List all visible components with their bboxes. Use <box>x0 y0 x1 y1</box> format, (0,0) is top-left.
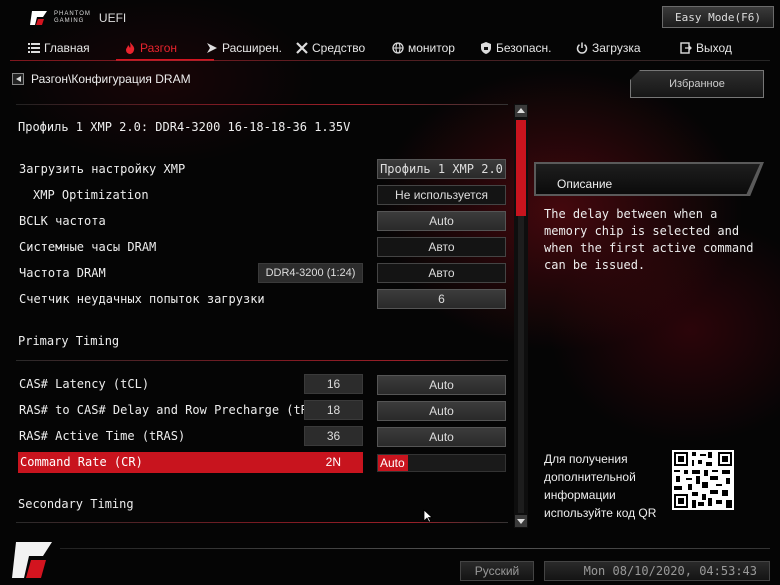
menu-label-boot: Загрузка <box>592 41 641 55</box>
logo-line2: GAMING <box>54 18 85 24</box>
setting-value-dram-ref-clock[interactable]: Авто <box>377 237 506 257</box>
timing-current-command-rate: 2N <box>325 455 341 469</box>
command-rate-value-text: Auto <box>380 456 405 470</box>
timing-label-command-rate: Command Rate (CR) <box>20 455 143 469</box>
setting-value-xmp-optimization[interactable]: Не используется <box>377 185 506 205</box>
globe-icon <box>392 42 404 54</box>
qr-info-text: Для получения дополнительной информации … <box>544 452 657 520</box>
setting-value-load-xmp[interactable]: Профиль 1 XMP 2.0 <box>377 159 506 179</box>
timing-current-trcdtrp: 18 <box>304 400 363 420</box>
section-divider <box>16 522 508 523</box>
logo-line1: PHANTOM <box>54 11 91 17</box>
scroll-down-icon[interactable] <box>515 515 527 527</box>
easy-mode-button[interactable]: Easy Mode(F6) <box>662 6 774 28</box>
qr-code-icon <box>672 450 734 510</box>
main-menu: Главная Разгон Расширен. Средство монито… <box>28 36 740 61</box>
menu-item-oc-tweaker[interactable]: Разгон <box>116 36 214 61</box>
menu-label-main: Главная <box>44 41 90 55</box>
menu-label-oc-tweaker: Разгон <box>140 41 178 55</box>
menu-divider <box>10 60 770 61</box>
menu-label-exit: Выход <box>696 41 732 55</box>
timing-value-tcl[interactable]: Auto <box>377 375 506 395</box>
menu-item-exit[interactable]: Выход <box>680 36 740 60</box>
timing-label-tras: RAS# Active Time (tRAS) <box>19 429 186 443</box>
setting-value-dram-frequency[interactable]: Авто <box>377 263 506 283</box>
menu-item-main[interactable]: Главная <box>28 36 124 60</box>
menu-item-hw-monitor[interactable]: монитор <box>392 36 480 60</box>
scroll-up-icon[interactable] <box>515 105 527 117</box>
section-title-secondary-timing: Secondary Timing <box>18 497 134 511</box>
description-title: Описание <box>557 177 613 191</box>
setting-value-bclk[interactable]: Auto <box>377 211 506 231</box>
logo-uefi: UEFI <box>98 11 127 25</box>
scroll-thumb[interactable] <box>516 120 526 216</box>
menu-label-tool: Средство <box>312 41 366 55</box>
dram-frequency-readout: DDR4-3200 (1:24) <box>258 263 363 283</box>
favorites-button[interactable]: Избранное <box>630 70 764 98</box>
exit-icon <box>680 42 692 54</box>
section-title-primary-timing: Primary Timing <box>18 334 120 348</box>
setting-value-failure-retry[interactable]: 6 <box>377 289 506 309</box>
setting-label-xmp-optimization: XMP Optimization <box>33 188 149 202</box>
description-text: The delay between when a memory chip is … <box>544 207 754 272</box>
setting-label-load-xmp: Загрузить настройку XMP <box>19 162 186 176</box>
menu-label-advanced: Расширен. <box>222 41 282 55</box>
arrow-icon <box>207 43 217 53</box>
list-icon <box>28 43 40 53</box>
menu-item-advanced[interactable]: Расширен. <box>206 36 296 60</box>
brand-logo: PHANTOM GAMING UEFI <box>30 10 126 26</box>
date-time-display: Mon 08/10/2020, 04:53:43 <box>544 561 770 581</box>
mouse-cursor-icon <box>423 509 433 523</box>
content-divider <box>16 104 508 105</box>
menu-label-security: Безопасн. <box>496 41 552 55</box>
flame-icon <box>126 42 135 54</box>
menu-label-hw-monitor: монитор <box>408 41 455 55</box>
shield-icon <box>481 42 491 54</box>
timing-value-command-rate[interactable]: Auto <box>377 454 506 472</box>
timing-current-tcl: 16 <box>304 374 363 394</box>
setting-label-bclk: BCLK частота <box>19 214 106 228</box>
phantom-gaming-footer-logo-icon <box>12 542 52 578</box>
tools-icon <box>296 42 308 54</box>
setting-label-failure-retry: Счетчик неудачных попыток загрузки <box>19 292 265 306</box>
timing-value-tras[interactable]: Auto <box>377 427 506 447</box>
phantom-gaming-logo-icon <box>30 11 47 25</box>
power-icon <box>576 42 588 54</box>
timing-value-trcdtrp[interactable]: Auto <box>377 401 506 421</box>
xmp-profile-info: Профиль 1 XMP 2.0: DDR4-3200 16-18-18-36… <box>18 120 351 134</box>
breadcrumb: Разгон\Конфигурация DRAM <box>31 72 191 86</box>
menu-item-security[interactable]: Безопасн. <box>480 36 576 60</box>
timing-label-trcdtrp: RAS# to CAS# Delay and Row Precharge (tR… <box>19 403 352 417</box>
back-arrow-icon[interactable] <box>12 73 24 85</box>
footer-divider <box>60 548 770 549</box>
selected-row-command-rate[interactable]: Command Rate (CR) 2N <box>18 452 363 473</box>
menu-item-tool[interactable]: Средство <box>296 36 392 60</box>
timing-label-tcl: CAS# Latency (tCL) <box>19 377 150 391</box>
section-divider <box>16 360 508 361</box>
menu-item-boot[interactable]: Загрузка <box>576 36 680 60</box>
language-button[interactable]: Русский <box>460 561 534 581</box>
setting-label-dram-ref-clock: Системные часы DRAM <box>19 240 157 254</box>
timing-current-tras: 36 <box>304 426 363 446</box>
setting-label-dram-frequency: Частота DRAM <box>19 266 106 280</box>
